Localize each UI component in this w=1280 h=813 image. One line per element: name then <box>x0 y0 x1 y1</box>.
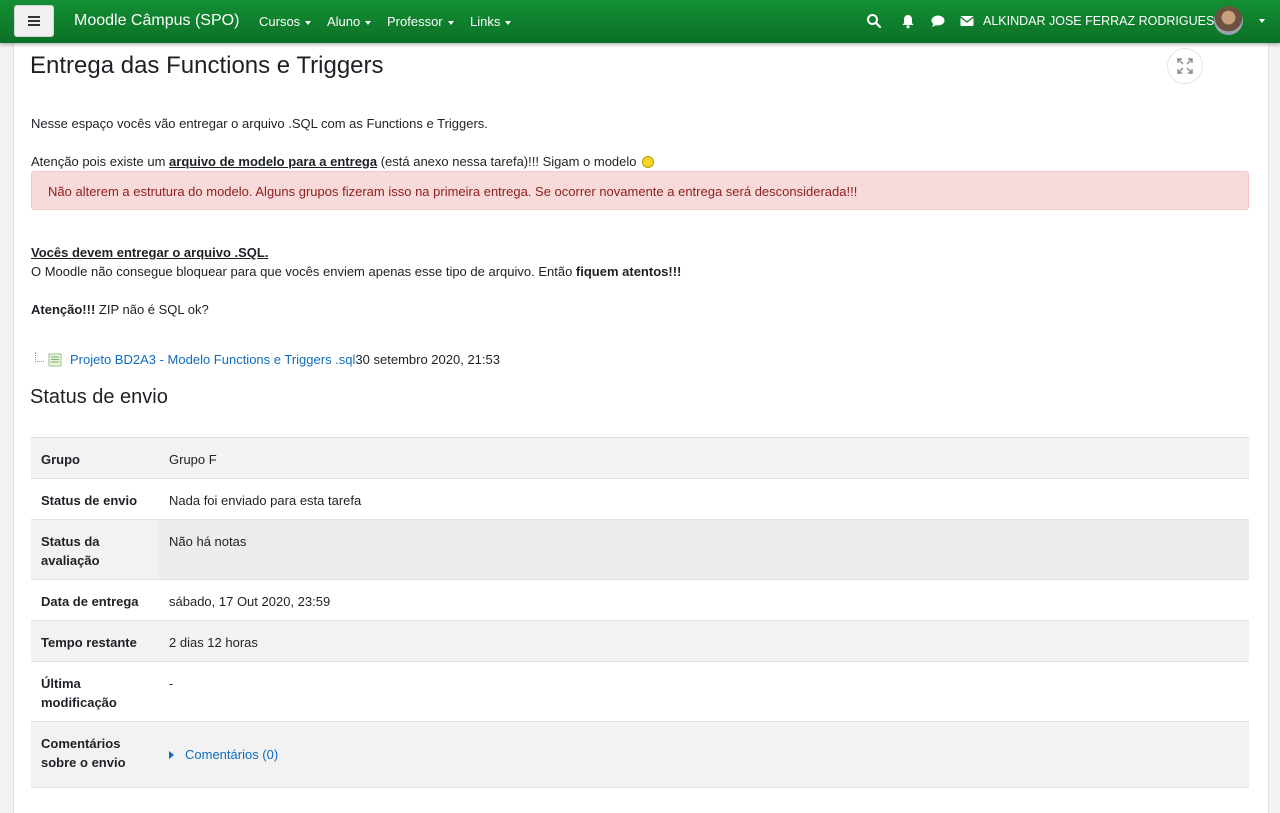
status-heading: Status de envio <box>30 386 168 408</box>
caret-down-icon <box>505 20 512 25</box>
template-file-link[interactable]: arquivo de modelo para a entrega <box>169 154 377 169</box>
table-row: Grupo Grupo F <box>31 437 1249 479</box>
must-deliver-text: Vocês devem entregar o arquivo .SQL. <box>31 245 269 260</box>
row-label: Última modificação <box>31 661 159 722</box>
expand-icon[interactable] <box>1167 48 1203 84</box>
moodle-note: O Moodle não consegue bloquear para que … <box>31 264 681 279</box>
comments-label: Comentários (0) <box>185 747 279 762</box>
submission-status-table: Grupo Grupo F Status de envio Nada foi e… <box>31 437 1249 788</box>
row-label: Comentários sobre o envio <box>31 721 159 788</box>
top-navbar: Moodle Câmpus (SPO) Cursos Aluno Profess… <box>0 0 1280 43</box>
attachment-link[interactable]: Projeto BD2A3 - Modelo Functions e Trigg… <box>70 352 355 367</box>
row-value: Nada foi enviado para esta tarefa <box>159 478 1249 520</box>
moodle-note-bold: fiquem atentos!!! <box>575 264 682 279</box>
tree-connector <box>35 351 44 362</box>
table-row: Última modificação - <box>31 661 1249 722</box>
caret-down-icon <box>365 20 372 25</box>
hamburger-icon[interactable] <box>14 5 54 37</box>
sql-file-icon <box>48 353 62 366</box>
user-name[interactable]: ALKINDAR JOSE FERRAZ RODRIGUES <box>983 14 1214 28</box>
row-label: Status de envio <box>31 478 159 520</box>
attention-prefix: Atenção pois existe um <box>31 154 170 169</box>
alert-warning: Não alterem a estrutura do modelo. Algun… <box>31 171 1249 210</box>
caret-down-icon <box>305 20 312 25</box>
caret-right-icon <box>169 750 174 759</box>
table-row: Status de envio Nada foi enviado para es… <box>31 478 1249 520</box>
moodle-note-prefix: O Moodle não consegue bloquear para que … <box>31 264 576 279</box>
table-row: Comentários sobre o envio Comentários (0… <box>31 721 1249 788</box>
attention-suffix: (está anexo nessa tarefa)!!! Sigam o mod… <box>377 154 637 169</box>
menu-aluno[interactable]: Aluno <box>327 14 372 29</box>
menu-professor[interactable]: Professor <box>387 14 454 29</box>
search-icon[interactable] <box>866 13 882 29</box>
zip-note-rest: ZIP não é SQL ok? <box>95 302 209 317</box>
row-label: Status da avaliação <box>31 519 159 580</box>
zip-note: Atenção!!! ZIP não é SQL ok? <box>31 302 209 317</box>
chat-bubble-icon[interactable] <box>930 13 946 29</box>
attachment-row: Projeto BD2A3 - Modelo Functions e Trigg… <box>35 351 500 367</box>
table-row: Tempo restante 2 dias 12 horas <box>31 620 1249 662</box>
row-value: - <box>159 661 1249 722</box>
page-title: Entrega das Functions e Triggers <box>30 52 384 79</box>
row-value: sábado, 17 Out 2020, 23:59 <box>159 579 1249 621</box>
menu-label: Professor <box>387 14 443 29</box>
row-value: 2 dias 12 horas <box>159 620 1249 662</box>
row-label: Tempo restante <box>31 620 159 662</box>
intro-text: Nesse espaço vocês vão entregar o arquiv… <box>31 116 488 131</box>
site-brand[interactable]: Moodle Câmpus (SPO) <box>74 12 239 30</box>
comments-toggle[interactable]: Comentários (0) <box>169 745 278 764</box>
row-label: Grupo <box>31 437 159 479</box>
menu-label: Cursos <box>259 14 301 29</box>
row-label: Data de entrega <box>31 579 159 621</box>
menu-links[interactable]: Links <box>470 14 512 29</box>
row-value: Não há notas <box>159 519 1249 580</box>
smiley-icon <box>642 156 655 168</box>
table-row: Status da avaliação Não há notas <box>31 519 1249 580</box>
menu-label: Aluno <box>327 14 361 29</box>
zip-note-bold: Atenção!!! <box>31 302 96 317</box>
attention-line: Atenção pois existe um arquivo de modelo… <box>31 154 655 169</box>
caret-down-icon <box>447 20 454 25</box>
attachment-date: 30 setembro 2020, 21:53 <box>355 352 500 367</box>
menu-cursos[interactable]: Cursos <box>259 14 312 29</box>
caret-down-icon[interactable] <box>1259 19 1265 23</box>
row-value: Comentários (0) <box>159 721 1249 788</box>
menu-label: Links <box>470 14 501 29</box>
envelope-icon[interactable] <box>959 13 975 29</box>
bell-icon[interactable] <box>900 13 916 29</box>
avatar[interactable] <box>1214 6 1243 35</box>
table-row: Data de entrega sábado, 17 Out 2020, 23:… <box>31 579 1249 621</box>
row-value: Grupo F <box>159 437 1249 479</box>
